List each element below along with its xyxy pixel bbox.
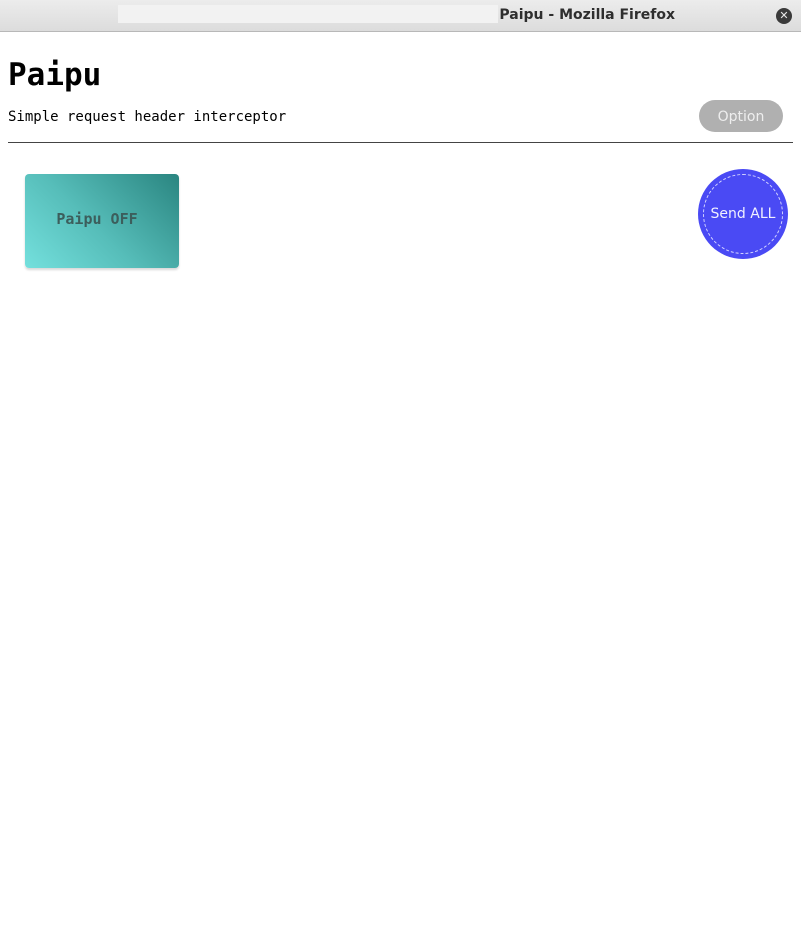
close-icon[interactable]: ✕ (776, 8, 792, 24)
window-title: Paipu - Mozilla Firefox (499, 7, 675, 23)
page-content: Paipu Simple request header interceptor … (8, 33, 793, 268)
option-button[interactable]: Option (699, 100, 783, 132)
page-title: Paipu (8, 57, 102, 93)
page-subtitle: Simple request header interceptor (8, 109, 287, 125)
paipu-toggle-label: Paipu OFF (56, 210, 138, 228)
window-titlebar[interactable]: Paipu - Mozilla Firefox ✕ (0, 0, 801, 32)
browser-window: Paipu - Mozilla Firefox ✕ Paipu Simple r… (0, 0, 801, 932)
header-row: Simple request header interceptor Option (8, 100, 793, 143)
paipu-toggle-button[interactable]: Paipu OFF (25, 174, 179, 268)
send-all-button[interactable]: Send ALL (698, 169, 788, 259)
send-all-label: Send ALL (710, 206, 776, 222)
